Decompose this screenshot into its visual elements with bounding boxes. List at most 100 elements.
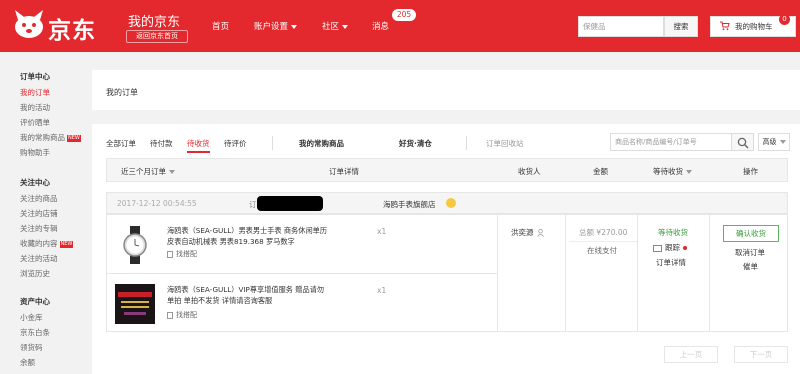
order-search-button[interactable]: [732, 133, 754, 151]
chevron-down-icon: [779, 140, 786, 144]
cart-label: 我的购物车: [735, 22, 773, 31]
find-match-link[interactable]: 找搭配: [167, 310, 197, 320]
column-divider: [709, 215, 710, 331]
track-label: 跟踪: [665, 243, 680, 252]
chat-icon[interactable]: [446, 198, 456, 208]
order-amount: 总额 ¥270.00: [579, 228, 628, 237]
sidebar-item-saved-content[interactable]: 收藏的内容 NEW: [20, 238, 74, 249]
nav-community[interactable]: 社区: [322, 20, 349, 32]
new-badge: NEW: [59, 240, 74, 248]
shop-name-link[interactable]: 海鸥手表旗舰店: [383, 199, 436, 210]
sidebar-item-followed-shops[interactable]: 关注的店铺: [20, 208, 58, 219]
cart-count-badge: 0: [779, 14, 790, 25]
sidebar-item-frequent-goods-label: 我的常购商品: [20, 133, 65, 142]
product-title-link[interactable]: 海鸥表（SEA-GULL）VIP尊享增值服务 赠品请勿单拍 单拍不发货 详情请咨…: [167, 284, 329, 306]
find-match-label: 找搭配: [176, 311, 197, 319]
order-search-input[interactable]: 商品名称/商品编号/订单号: [610, 133, 732, 151]
find-match-label: 找搭配: [176, 250, 197, 258]
sidebar-item-my-orders[interactable]: 我的订单: [20, 87, 50, 98]
urge-order-link[interactable]: 催单: [743, 261, 758, 272]
person-icon: [536, 229, 544, 237]
message-count-badge: 205: [392, 9, 416, 21]
match-icon: [167, 250, 173, 258]
receiver-name-label: 洪奕源: [511, 228, 534, 237]
nav-messages-label: 消息: [372, 22, 390, 32]
amount-divider: [569, 241, 637, 242]
sidebar-group-assets: 资产中心: [20, 297, 50, 306]
confirm-receipt-button[interactable]: 确认收货: [723, 225, 779, 242]
sidebar-item-browse-history[interactable]: 浏览历史: [20, 268, 50, 279]
column-divider: [637, 215, 638, 331]
track-link[interactable]: 跟踪: [653, 242, 687, 253]
advanced-search-button[interactable]: 高级: [758, 133, 790, 151]
cancel-order-link[interactable]: 取消订单: [735, 247, 765, 258]
watch-product-image[interactable]: [115, 225, 155, 265]
product-quantity: x1: [377, 286, 387, 295]
search-input[interactable]: 保健品: [578, 16, 664, 37]
tab-clearance[interactable]: 好货·清仓: [399, 138, 432, 149]
nav-account-settings-label: 账户设置: [254, 22, 289, 32]
back-home-button[interactable]: 返回京东首页: [126, 30, 188, 43]
order-header-row: 2017-12-12 00:54:55 订单号: 海鸥手表旗舰店: [106, 192, 788, 214]
column-divider: [497, 215, 498, 331]
product-title-link[interactable]: 海鸥表（SEA-GULL）男表男士手表 商务休闲单历皮表自动机械表 男表819.…: [167, 225, 329, 247]
match-icon: [167, 311, 173, 319]
search-button[interactable]: 搜索: [664, 16, 698, 37]
tab-pending-review[interactable]: 待评价: [224, 138, 247, 149]
nav-home-label: 首页: [212, 22, 230, 32]
tab-frequent-goods[interactable]: 我的常购商品: [299, 138, 344, 149]
order-date: 2017-12-12 00:54:55: [117, 199, 197, 208]
tab-pending-payment[interactable]: 待付款: [150, 138, 173, 149]
sidebar-item-frequent-goods[interactable]: 我的常购商品 NEW: [20, 132, 81, 143]
notification-dot: [683, 246, 687, 250]
product-quantity: x1: [377, 227, 387, 236]
status-filter[interactable]: 等待收货: [653, 166, 692, 177]
new-badge: NEW: [67, 134, 81, 142]
sidebar-item-pickup-code[interactable]: 领货码: [20, 342, 43, 353]
nav-messages[interactable]: 消息: [372, 20, 389, 32]
nav-account-settings[interactable]: 账户设置: [254, 20, 298, 32]
sidebar-item-followed-albums[interactable]: 关注的专辑: [20, 223, 58, 234]
page-title: 我的订单: [106, 88, 138, 97]
nav-community-label: 社区: [322, 22, 340, 32]
period-filter-label: 近三个月订单: [121, 167, 166, 176]
order-number-redacted: [257, 196, 323, 211]
jd-logo[interactable]: 京东: [12, 10, 112, 44]
logo-text: 京东: [48, 18, 96, 44]
find-match-link[interactable]: 找搭配: [167, 249, 197, 259]
column-divider: [565, 215, 566, 331]
sidebar-item-vault[interactable]: 小金库: [20, 312, 43, 323]
page-title-panel: 我的订单: [92, 70, 800, 110]
sidebar-item-followed-activities[interactable]: 关注的活动: [20, 253, 58, 264]
order-status: 等待收货: [658, 228, 688, 237]
tab-pending-receipt[interactable]: 待收货: [187, 138, 210, 153]
sidebar-item-reviews[interactable]: 评价晒单: [20, 117, 50, 128]
receiver-name[interactable]: 洪奕源: [511, 227, 544, 238]
status-filter-label: 等待收货: [653, 167, 683, 176]
sidebar-item-shopping-assistant[interactable]: 购物助手: [20, 147, 50, 158]
tab-all-orders[interactable]: 全部订单: [106, 138, 136, 149]
sidebar-item-my-activities[interactable]: 我的活动: [20, 102, 50, 113]
order-body: 海鸥表（SEA-GULL）男表男士手表 商务休闲单历皮表自动机械表 男表819.…: [106, 214, 788, 332]
chevron-down-icon: [342, 24, 349, 29]
header-amount: 金额: [593, 167, 608, 176]
search-icon: [737, 137, 749, 149]
vip-service-image[interactable]: [115, 284, 155, 324]
nav-home[interactable]: 首页: [212, 20, 229, 32]
next-page-button[interactable]: 下一页: [734, 346, 788, 363]
header-action: 操作: [743, 167, 758, 176]
sidebar-item-followed-goods[interactable]: 关注的商品: [20, 193, 58, 204]
sidebar-group-follow: 关注中心: [20, 178, 50, 187]
tab-recycle-bin[interactable]: 订单回收站: [486, 138, 524, 149]
period-filter[interactable]: 近三个月订单: [121, 166, 175, 177]
advanced-label: 高级: [762, 138, 777, 146]
header-receiver: 收货人: [518, 167, 541, 176]
sidebar: 订单中心 我的订单 我的活动 评价晒单 我的常购商品 NEW 购物助手 关注中心 …: [0, 52, 92, 374]
cart-icon: [720, 21, 730, 31]
chevron-down-icon: [291, 24, 298, 29]
prev-page-button[interactable]: 上一页: [664, 346, 718, 363]
order-detail-link[interactable]: 订单详情: [656, 257, 686, 268]
sidebar-item-baitiao[interactable]: 京东白条: [20, 327, 50, 338]
jd-dog-icon: [15, 10, 43, 38]
sidebar-item-balance[interactable]: 余额: [20, 357, 35, 368]
